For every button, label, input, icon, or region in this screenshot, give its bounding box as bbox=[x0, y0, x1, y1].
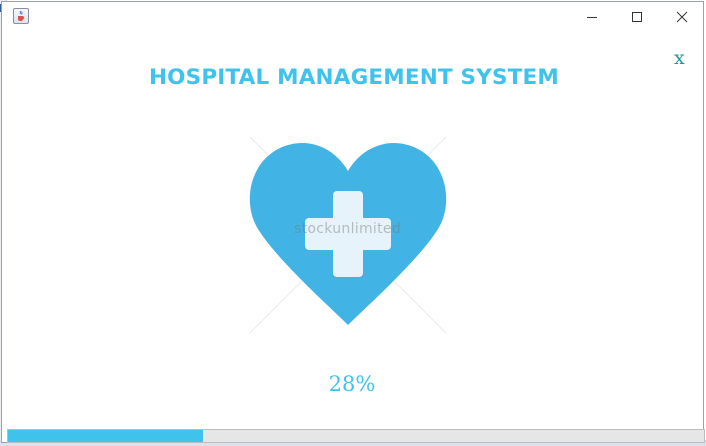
watermark-text: stockunlimited bbox=[294, 221, 401, 237]
maximize-icon bbox=[632, 12, 642, 22]
minimize-button[interactable] bbox=[569, 2, 615, 32]
progress-percent: 28% bbox=[328, 372, 376, 396]
app-title: HOSPITAL MANAGEMENT SYSTEM bbox=[148, 65, 560, 90]
java-cup-icon[interactable] bbox=[13, 8, 29, 24]
title-bar[interactable] bbox=[2, 2, 703, 32]
splash-window: x HOSPITAL MANAGEMENT SYSTEM stockunlimi… bbox=[1, 1, 705, 443]
close-icon bbox=[676, 11, 688, 23]
progress-fill bbox=[8, 430, 203, 442]
close-window-button[interactable] bbox=[659, 2, 705, 32]
minimize-icon bbox=[587, 17, 597, 18]
maximize-button[interactable] bbox=[614, 2, 660, 32]
progress-bar bbox=[7, 429, 705, 443]
